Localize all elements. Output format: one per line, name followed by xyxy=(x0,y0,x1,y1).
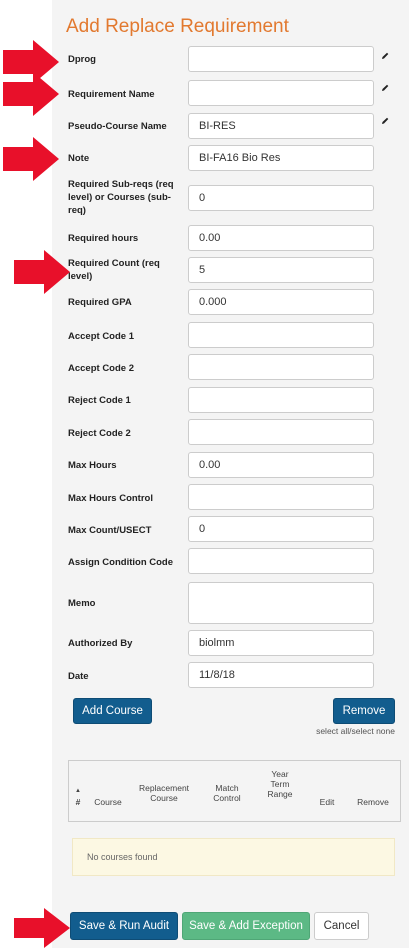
input-required-gpa[interactable]: 0.000 xyxy=(188,289,374,315)
label-memo: Memo xyxy=(68,598,96,609)
save-and-add-exception-button[interactable]: Save & Add Exception xyxy=(182,912,310,940)
label-authorized-by: Authorized By xyxy=(68,638,133,649)
input-max-hours-control[interactable] xyxy=(188,484,374,510)
input-dprog[interactable] xyxy=(188,46,374,72)
remove-button[interactable]: Remove xyxy=(333,698,395,724)
courses-table: ▲ # Course Replacement Course Match Cont… xyxy=(68,760,401,822)
column-header-match-control[interactable]: Match Control xyxy=(207,783,247,803)
pencil-icon[interactable] xyxy=(381,117,389,125)
label-required-hours: Required hours xyxy=(68,233,139,244)
column-header-year-term-range[interactable]: Year Term Range xyxy=(263,769,297,799)
label-reject-code-1: Reject Code 1 xyxy=(68,395,131,406)
pencil-icon[interactable] xyxy=(381,84,389,92)
red-arrow-annotation-icon xyxy=(14,250,70,294)
column-header-replacement-course[interactable]: Replacement Course xyxy=(131,783,197,803)
input-accept-code-1[interactable] xyxy=(188,322,374,348)
label-pseudo-course-name: Pseudo-Course Name xyxy=(68,121,167,132)
label-max-count-usect: Max Count/USECT xyxy=(68,525,152,536)
label-assign-condition-code: Assign Condition Code xyxy=(68,557,174,568)
pencil-icon[interactable] xyxy=(381,52,389,60)
column-header-course[interactable]: Course xyxy=(91,797,125,807)
no-courses-message: No courses found xyxy=(72,838,395,876)
label-required-gpa: Required GPA xyxy=(68,297,132,308)
red-arrow-annotation-icon xyxy=(3,72,59,116)
add-course-button[interactable]: Add Course xyxy=(73,698,152,724)
input-assign-condition-code[interactable] xyxy=(188,548,374,574)
input-required-hours[interactable]: 0.00 xyxy=(188,225,374,251)
input-date[interactable]: 11/8/18 xyxy=(188,662,374,688)
column-header-number[interactable]: # xyxy=(73,797,83,807)
sort-arrow-icon[interactable]: ▲ xyxy=(74,786,82,796)
input-accept-code-2[interactable] xyxy=(188,354,374,380)
label-max-hours-control: Max Hours Control xyxy=(68,493,153,504)
input-max-hours[interactable]: 0.00 xyxy=(188,452,374,478)
label-required-count-req-level: Required Count (req level) xyxy=(68,258,160,282)
page-title: Add Replace Requirement xyxy=(66,16,289,37)
label-note: Note xyxy=(68,153,90,164)
label-requirement-name: Requirement Name xyxy=(68,89,155,100)
input-required-count-req-level[interactable]: 5 xyxy=(188,257,374,283)
label-reject-code-2: Reject Code 2 xyxy=(68,428,131,439)
input-authorized-by[interactable]: biolmm xyxy=(188,630,374,656)
column-header-remove[interactable]: Remove xyxy=(351,797,395,807)
label-max-hours: Max Hours xyxy=(68,460,117,471)
label-accept-code-1: Accept Code 1 xyxy=(68,331,134,342)
input-note[interactable]: BI-FA16 Bio Res xyxy=(188,145,374,171)
input-memo[interactable] xyxy=(188,582,374,624)
column-header-edit[interactable]: Edit xyxy=(315,797,339,807)
input-requirement-name[interactable] xyxy=(188,80,374,106)
label-date: Date xyxy=(68,671,89,682)
cancel-button[interactable]: Cancel xyxy=(314,912,369,940)
input-required-sub-reqs-req-level-or-courses-s[interactable]: 0 xyxy=(188,185,374,211)
input-max-count-usect[interactable]: 0 xyxy=(188,516,374,542)
save-and-run-audit-button[interactable]: Save & Run Audit xyxy=(70,912,178,940)
label-required-sub-reqs-req-level-or-courses-s: Required Sub-reqs (req level) or Courses… xyxy=(68,179,174,216)
red-arrow-annotation-icon xyxy=(14,908,70,948)
label-dprog: Dprog xyxy=(68,54,96,65)
label-accept-code-2: Accept Code 2 xyxy=(68,363,134,374)
input-reject-code-2[interactable] xyxy=(188,419,374,445)
red-arrow-annotation-icon xyxy=(3,137,59,181)
select-all-link[interactable]: select all/select none xyxy=(315,726,395,737)
input-reject-code-1[interactable] xyxy=(188,387,374,413)
input-pseudo-course-name[interactable]: BI-RES xyxy=(188,113,374,139)
